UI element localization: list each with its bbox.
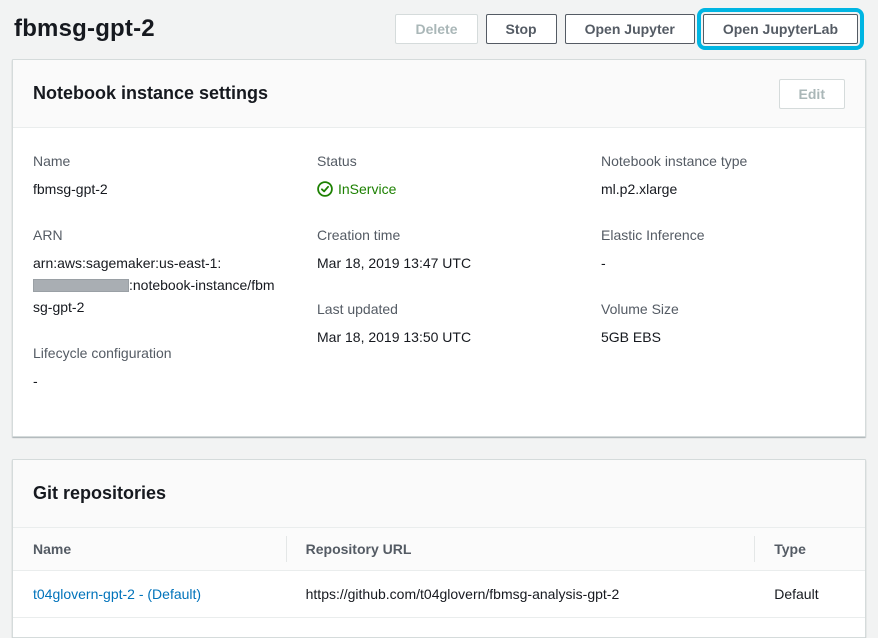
settings-card-body: Name fbmsg-gpt-2 ARN arn:aws:sagemaker:u…: [13, 128, 865, 436]
field-volume-size-label: Volume Size: [601, 300, 845, 318]
notebook-instance-settings-card: Notebook instance settings Edit Name fbm…: [12, 59, 866, 437]
settings-column-3: Notebook instance type ml.p2.xlarge Elas…: [581, 152, 865, 418]
header-actions: Delete Stop Open Jupyter Open JupyterLab: [395, 14, 864, 44]
redacted-account-id-block: [33, 279, 129, 292]
arn-prefix: arn:aws:sagemaker:us-east-1:: [33, 255, 221, 271]
page: fbmsg-gpt-2 Delete Stop Open Jupyter Ope…: [0, 0, 878, 638]
field-instance-type-value: ml.p2.xlarge: [601, 178, 845, 200]
status-text: InService: [338, 178, 396, 200]
repo-name-link[interactable]: t04glovern-gpt-2 - (Default): [33, 586, 201, 602]
open-jupyterlab-button[interactable]: Open JupyterLab: [703, 14, 858, 44]
git-card-header: Git repositories: [13, 460, 865, 528]
field-elastic-inference-value: -: [601, 252, 845, 274]
field-elastic-inference-label: Elastic Inference: [601, 226, 845, 244]
table-footer-space: [13, 618, 865, 637]
settings-column-2: Status InService Creation time Mar 18,: [297, 152, 581, 418]
field-instance-type: Notebook instance type ml.p2.xlarge: [601, 152, 845, 200]
field-volume-size-value: 5GB EBS: [601, 326, 845, 348]
field-lifecycle-label: Lifecycle configuration: [33, 344, 277, 362]
field-creation-time-label: Creation time: [317, 226, 561, 244]
field-arn: ARN arn:aws:sagemaker:us-east-1::noteboo…: [33, 226, 277, 318]
field-status: Status InService: [317, 152, 561, 200]
field-last-updated: Last updated Mar 18, 2019 13:50 UTC: [317, 300, 561, 348]
field-creation-time-value: Mar 18, 2019 13:47 UTC: [317, 252, 561, 274]
column-header-repository-url: Repository URL: [286, 528, 755, 571]
page-title: fbmsg-gpt-2: [14, 15, 155, 43]
field-volume-size: Volume Size 5GB EBS: [601, 300, 845, 348]
field-arn-label: ARN: [33, 226, 277, 244]
edit-button[interactable]: Edit: [779, 79, 845, 109]
stop-button[interactable]: Stop: [486, 14, 557, 44]
field-name-value: fbmsg-gpt-2: [33, 178, 277, 200]
field-creation-time: Creation time Mar 18, 2019 13:47 UTC: [317, 226, 561, 274]
field-last-updated-value: Mar 18, 2019 13:50 UTC: [317, 326, 561, 348]
field-status-label: Status: [317, 152, 561, 170]
delete-button[interactable]: Delete: [395, 14, 477, 44]
table-header-row: Name Repository URL Type: [13, 528, 865, 571]
git-repositories-card: Git repositories Name Repository URL Typ…: [12, 459, 866, 638]
field-lifecycle-configuration: Lifecycle configuration -: [33, 344, 277, 392]
column-header-type: Type: [754, 528, 865, 571]
git-card-title: Git repositories: [33, 483, 166, 504]
field-arn-value: arn:aws:sagemaker:us-east-1::notebook-in…: [33, 252, 275, 318]
field-elastic-inference: Elastic Inference -: [601, 226, 845, 274]
field-name: Name fbmsg-gpt-2: [33, 152, 277, 200]
field-instance-type-label: Notebook instance type: [601, 152, 845, 170]
repo-name-cell: t04glovern-gpt-2 - (Default): [13, 571, 286, 618]
settings-column-1: Name fbmsg-gpt-2 ARN arn:aws:sagemaker:u…: [13, 152, 297, 418]
field-status-value: InService: [317, 178, 396, 200]
open-jupyter-button[interactable]: Open Jupyter: [565, 14, 695, 44]
page-header: fbmsg-gpt-2 Delete Stop Open Jupyter Ope…: [12, 14, 866, 44]
repo-url-cell: https://github.com/t04glovern/fbmsg-anal…: [286, 571, 755, 618]
settings-card-title: Notebook instance settings: [33, 83, 268, 104]
settings-card-header: Notebook instance settings Edit: [13, 60, 865, 128]
table-row: t04glovern-gpt-2 - (Default) https://git…: [13, 571, 865, 618]
field-last-updated-label: Last updated: [317, 300, 561, 318]
repo-type-cell: Default: [754, 571, 865, 618]
field-name-label: Name: [33, 152, 277, 170]
field-lifecycle-value: -: [33, 370, 277, 392]
check-circle-icon: [317, 181, 333, 197]
git-repositories-table: Name Repository URL Type t04glovern-gpt-…: [13, 528, 865, 618]
column-header-name: Name: [13, 528, 286, 571]
